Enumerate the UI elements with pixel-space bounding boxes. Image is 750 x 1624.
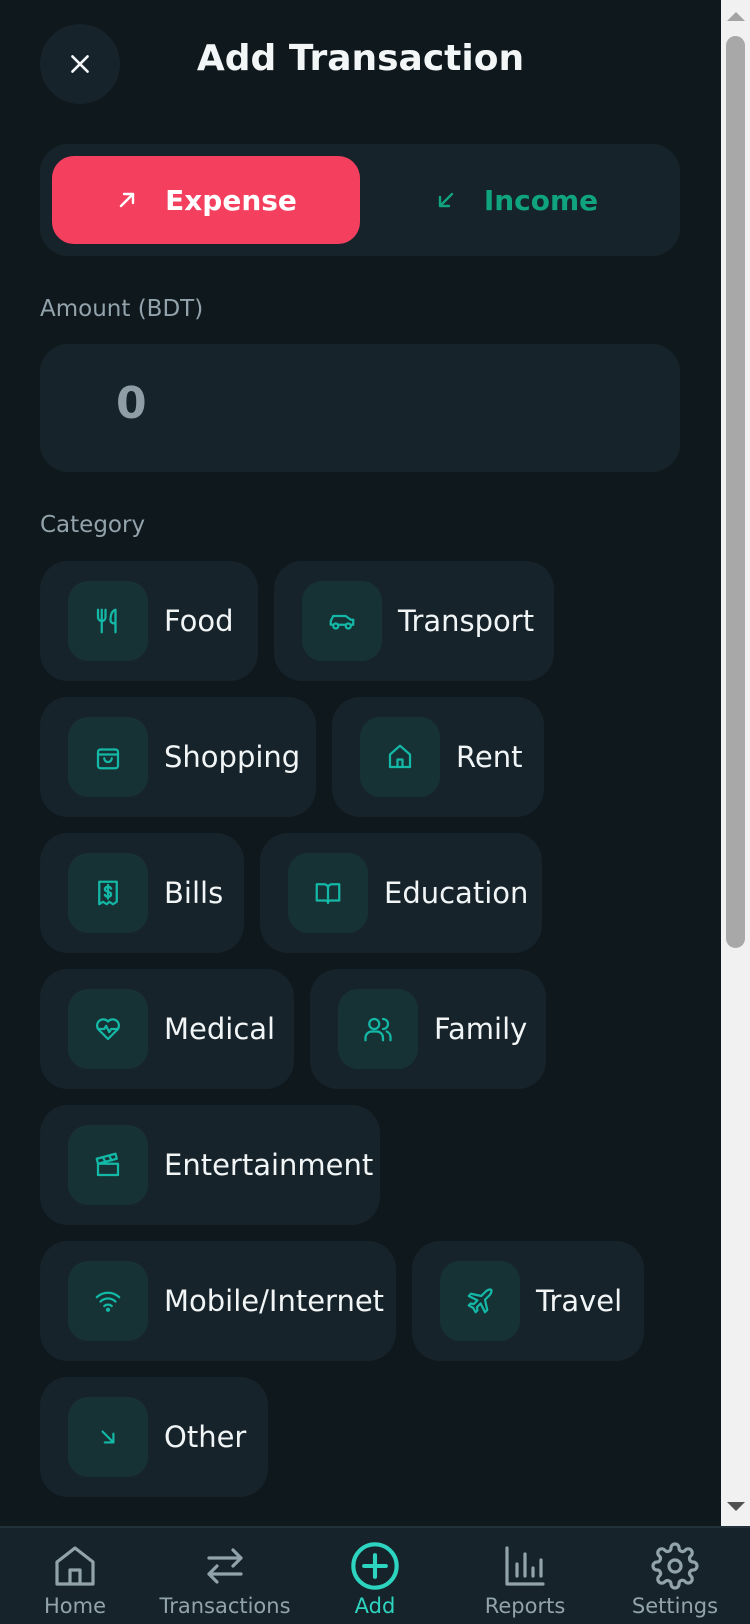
category-label: Category bbox=[40, 512, 146, 538]
vertical-scrollbar[interactable] bbox=[721, 0, 750, 1526]
amount-input[interactable]: 0 bbox=[40, 344, 680, 472]
scroll-down-arrow-icon[interactable] bbox=[727, 1502, 745, 1511]
transaction-type-toggle: Expense Income bbox=[40, 144, 680, 256]
nav-add[interactable]: Add bbox=[300, 1528, 450, 1624]
category-travel[interactable]: Travel bbox=[412, 1241, 644, 1361]
nav-home[interactable]: Home bbox=[0, 1528, 150, 1624]
scroll-up-arrow-icon[interactable] bbox=[727, 12, 745, 21]
receipt-icon bbox=[98, 880, 118, 906]
bottom-navigation: Home Transactions Add Reports Settings bbox=[0, 1526, 750, 1624]
category-food[interactable]: Food bbox=[40, 561, 258, 681]
scrollbar-thumb[interactable] bbox=[726, 36, 745, 948]
arrow-up-right-icon bbox=[119, 192, 135, 208]
income-tab[interactable]: Income bbox=[362, 156, 670, 244]
shopping-bag-icon bbox=[96, 748, 120, 770]
gear-icon bbox=[651, 1542, 699, 1590]
category-rent[interactable]: Rent bbox=[332, 697, 544, 817]
heart-pulse-icon bbox=[96, 1018, 120, 1041]
arrows-swap-icon bbox=[207, 1548, 243, 1584]
expense-tab[interactable]: Expense bbox=[52, 156, 360, 244]
page-title: Add Transaction bbox=[196, 38, 525, 79]
category-entertainment[interactable]: Entertainment bbox=[40, 1105, 380, 1225]
wifi-icon bbox=[95, 1291, 121, 1312]
car-icon bbox=[329, 614, 355, 630]
category-shopping[interactable]: Shopping bbox=[40, 697, 316, 817]
amount-value: 0 bbox=[116, 378, 147, 429]
category-mobile-internet[interactable]: Mobile/Internet bbox=[40, 1241, 396, 1361]
category-transport[interactable]: Transport bbox=[274, 561, 554, 681]
expense-label: Expense bbox=[165, 183, 297, 217]
category-other[interactable]: Other bbox=[40, 1377, 268, 1497]
plane-icon bbox=[467, 1288, 493, 1314]
income-label: Income bbox=[483, 183, 599, 217]
clapperboard-icon bbox=[95, 1152, 120, 1177]
amount-label: Amount (BDT) bbox=[40, 296, 204, 322]
nav-reports[interactable]: Reports bbox=[450, 1528, 600, 1624]
arrow-down-left-icon bbox=[438, 192, 454, 208]
home-icon bbox=[388, 744, 412, 769]
category-family[interactable]: Family bbox=[310, 969, 546, 1089]
add-transaction-screen: Add Transaction Expense Income Amount (B… bbox=[0, 0, 721, 1526]
category-bills[interactable]: Bills bbox=[40, 833, 244, 953]
category-education[interactable]: Education bbox=[260, 833, 542, 953]
book-open-icon bbox=[315, 883, 341, 905]
nav-transactions[interactable]: Transactions bbox=[150, 1528, 300, 1624]
home-icon bbox=[55, 1546, 95, 1586]
arrow-down-right-icon bbox=[101, 1430, 115, 1444]
bar-chart-icon bbox=[505, 1546, 545, 1586]
users-icon bbox=[364, 1017, 392, 1042]
category-medical[interactable]: Medical bbox=[40, 969, 294, 1089]
plus-circle-icon bbox=[351, 1542, 399, 1590]
nav-settings[interactable]: Settings bbox=[600, 1528, 750, 1624]
utensils-icon bbox=[96, 608, 117, 634]
